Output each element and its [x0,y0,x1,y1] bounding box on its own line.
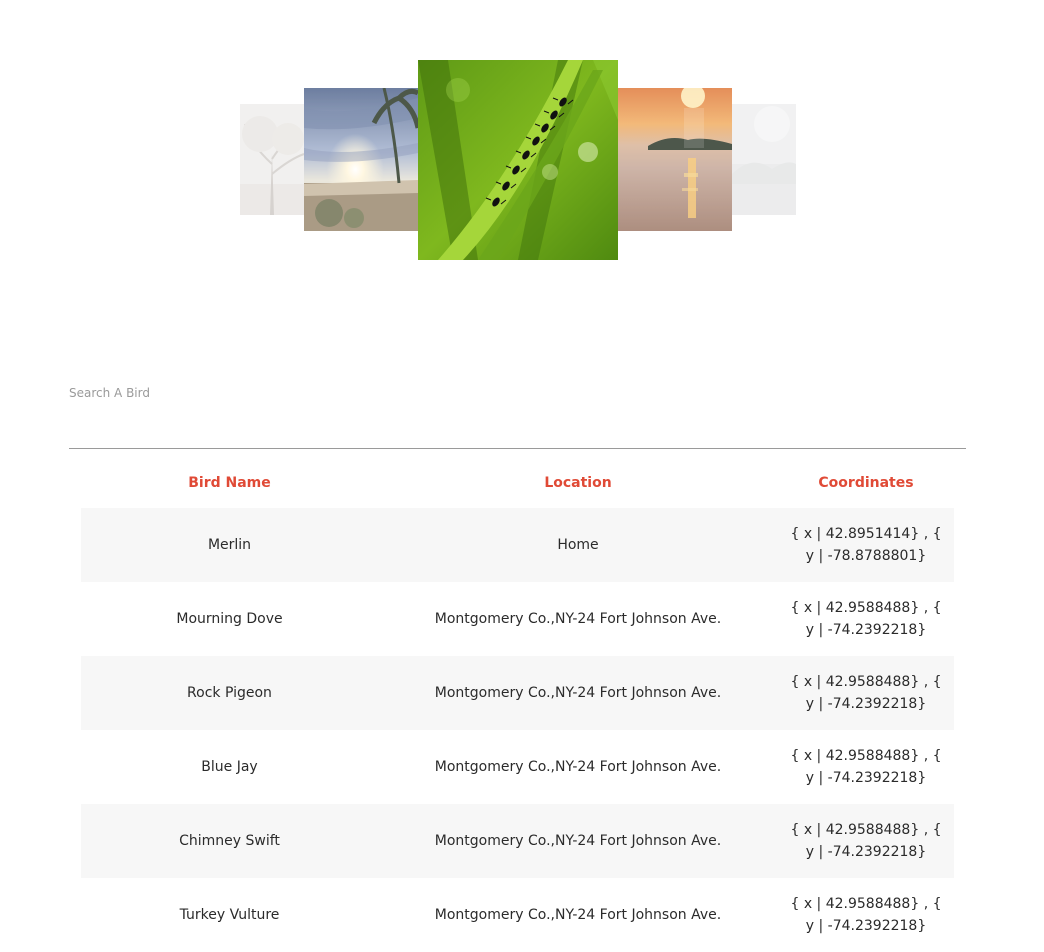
table-header: Bird Name Location Coordinates [81,458,954,508]
carousel-slide-beach-sunset[interactable] [304,88,418,231]
tree-photo [240,104,304,215]
carousel-slide-tree[interactable] [240,104,304,215]
location-cell: Home [557,537,599,553]
image-carousel [0,0,1044,300]
column-header-bird-name[interactable]: Bird Name [81,475,378,491]
location-cell: Montgomery Co.,NY-24 Fort Johnson Ave. [434,685,722,701]
table-row[interactable]: Rock Pigeon Montgomery Co.,NY-24 Fort Jo… [81,656,954,730]
bird-name-cell: Chimney Swift [179,833,280,849]
bird-name-cell: Rock Pigeon [187,685,272,701]
coordinates-cell: { x | 42.9588488} , { y | -74.2392218} [790,674,942,712]
coordinates-cell: { x | 42.8951414} , { y | -78.8788801} [790,526,942,564]
location-cell: Montgomery Co.,NY-24 Fort Johnson Ave. [434,907,722,923]
column-header-coordinates[interactable]: Coordinates [778,475,954,491]
table-row[interactable]: Blue Jay Montgomery Co.,NY-24 Fort Johns… [81,730,954,804]
ants-on-grass-photo [418,60,618,260]
bird-name-cell: Turkey Vulture [179,907,280,923]
coordinates-cell: { x | 42.9588488} , { y | -74.2392218} [790,748,942,786]
carousel-slide-ants-on-grass[interactable] [418,60,618,260]
birds-table: Bird Name Location Coordinates Merlin Ho… [81,458,954,952]
carousel-slide-foggy[interactable] [732,104,796,215]
bird-name-cell: Mourning Dove [176,611,283,627]
table-row[interactable]: Mourning Dove Montgomery Co.,NY-24 Fort … [81,582,954,656]
search-field-container [69,380,966,449]
lake-sunset-photo [618,88,732,231]
coordinates-cell: { x | 42.9588488} , { y | -74.2392218} [790,600,942,638]
bird-name-cell: Merlin [207,537,252,553]
carousel-slide-lake-sunset[interactable] [618,88,732,231]
location-cell: Montgomery Co.,NY-24 Fort Johnson Ave. [434,611,722,627]
table-row[interactable]: Merlin Home { x | 42.8951414} , { y | -7… [81,508,954,582]
bird-name-cell: Blue Jay [201,759,258,775]
table-row[interactable]: Turkey Vulture Montgomery Co.,NY-24 Fort… [81,878,954,952]
coordinates-cell: { x | 42.9588488} , { y | -74.2392218} [790,822,942,860]
beach-sunset-photo [304,88,418,231]
column-header-location[interactable]: Location [378,475,778,491]
location-cell: Montgomery Co.,NY-24 Fort Johnson Ave. [434,833,722,849]
location-cell: Montgomery Co.,NY-24 Fort Johnson Ave. [434,759,722,775]
coordinates-cell: { x | 42.9588488} , { y | -74.2392218} [790,896,942,934]
foggy-photo [732,104,796,215]
table-row[interactable]: Chimney Swift Montgomery Co.,NY-24 Fort … [81,804,954,878]
search-input[interactable] [69,380,966,406]
